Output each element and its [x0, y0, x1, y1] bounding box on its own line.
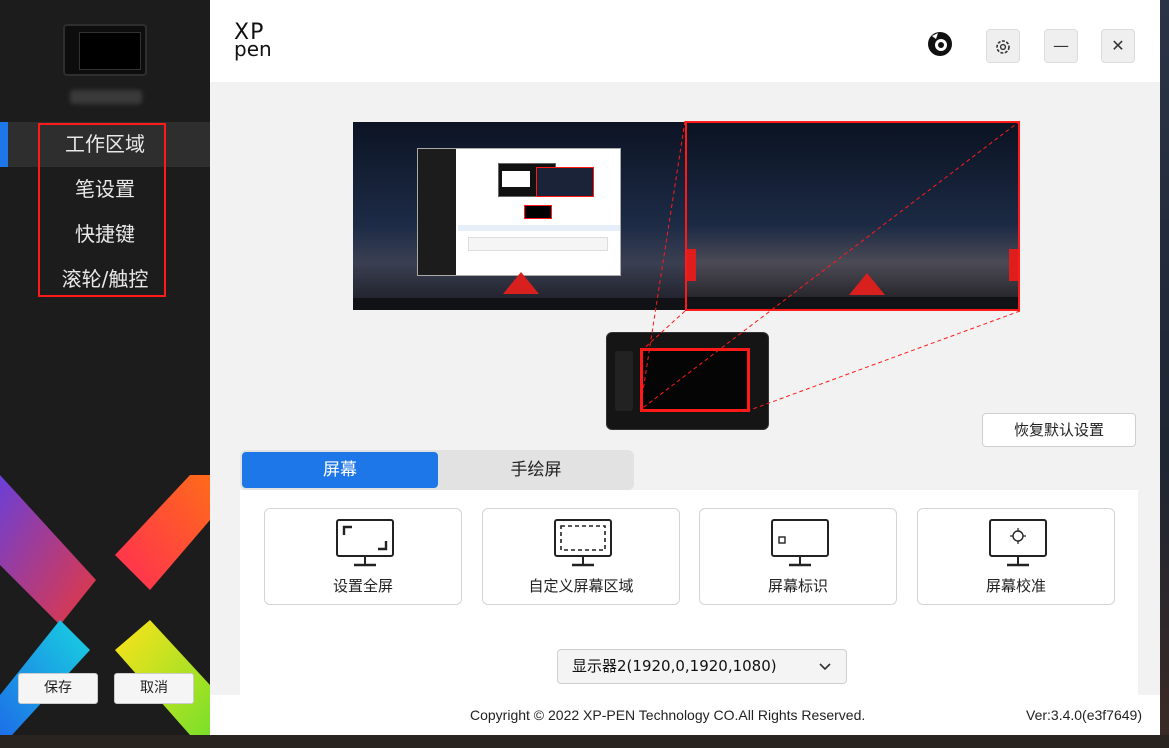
mini-app-window	[417, 148, 621, 276]
screen-options-panel: 设置全屏 自定义屏幕区域 屏幕标识 屏幕校准 显示器2(1920,0,1920,…	[240, 490, 1138, 695]
close-button[interactable]: ✕	[1101, 29, 1135, 63]
copyright-text: Copyright © 2022 XP-PEN Technology CO.Al…	[470, 707, 866, 723]
settings-button[interactable]	[986, 29, 1020, 63]
display-select-value: 显示器2(1920,0,1920,1080)	[572, 657, 777, 675]
tab-pen-display[interactable]: 手绘屏	[438, 452, 634, 488]
device-name-blurred	[70, 90, 142, 104]
sidebar-item-pen-settings[interactable]: 笔设置	[0, 167, 210, 212]
close-icon: ✕	[1111, 36, 1125, 55]
tab-screen[interactable]: 屏幕	[242, 452, 438, 488]
titlebar: XP pen — ✕	[210, 0, 1160, 82]
brand-line2: pen	[234, 37, 272, 61]
footer: Copyright © 2022 XP-PEN Technology CO.Al…	[210, 695, 1160, 735]
calibrate-monitor-icon	[989, 519, 1047, 567]
sidebar: 工作区域 笔设置 快捷键 滚轮/触控 保存 取消	[0, 0, 210, 735]
minimize-button[interactable]: —	[1044, 29, 1078, 63]
sidebar-item-wheel-touch[interactable]: 滚轮/触控	[0, 257, 210, 302]
display-select[interactable]: 显示器2(1920,0,1920,1080)	[557, 649, 847, 684]
card-label: 屏幕校准	[985, 577, 1046, 595]
feedback-icon[interactable]	[926, 30, 954, 58]
cancel-button[interactable]: 取消	[114, 673, 194, 704]
identify-monitor-icon	[771, 519, 829, 567]
save-button[interactable]: 保存	[18, 673, 98, 704]
fullscreen-monitor-icon	[336, 519, 394, 567]
restore-defaults-button[interactable]: 恢复默认设置	[982, 413, 1136, 447]
mapping-tabs: 屏幕 手绘屏	[240, 450, 634, 490]
version-text: Ver:3.4.0(e3f7649)	[1026, 707, 1142, 723]
sidebar-nav: 工作区域 笔设置 快捷键 滚轮/触控	[0, 122, 210, 302]
sidebar-item-shortcuts[interactable]: 快捷键	[0, 212, 210, 257]
tablet-thumbnail	[63, 24, 147, 76]
main-area: XP pen — ✕ 恢复默认设置 屏幕 手绘屏 设置全屏 自定义屏幕区域 屏幕…	[210, 0, 1160, 735]
work-area-content: 恢复默认设置 屏幕 手绘屏 设置全屏 自定义屏幕区域 屏幕标识 屏幕校准 显示器…	[210, 92, 1160, 695]
set-fullscreen-card[interactable]: 设置全屏	[264, 508, 462, 605]
card-label: 屏幕标识	[767, 577, 828, 595]
calibrate-screen-card[interactable]: 屏幕校准	[917, 508, 1115, 605]
tablet-preview	[606, 332, 769, 430]
desktop-strip	[0, 735, 1169, 748]
sidebar-item-work-area[interactable]: 工作区域	[0, 122, 210, 167]
identify-screen-card[interactable]: 屏幕标识	[699, 508, 897, 605]
monitor-1-preview	[353, 122, 686, 310]
card-label: 设置全屏	[332, 577, 393, 595]
chevron-down-icon	[819, 663, 831, 671]
app-window: 工作区域 笔设置 快捷键 滚轮/触控 保存 取消 XP pen — ✕ 恢复默认…	[0, 0, 1160, 735]
xp-pen-logo: XP pen	[234, 22, 272, 61]
monitor-2-preview	[685, 121, 1020, 311]
minimize-icon: —	[1053, 36, 1069, 55]
tablet-active-area[interactable]	[640, 348, 750, 412]
card-label: 自定义屏幕区域	[528, 577, 634, 595]
settings-gear-icon	[996, 40, 1010, 54]
custom-area-monitor-icon	[554, 519, 612, 567]
custom-screen-area-card[interactable]: 自定义屏幕区域	[482, 508, 680, 605]
